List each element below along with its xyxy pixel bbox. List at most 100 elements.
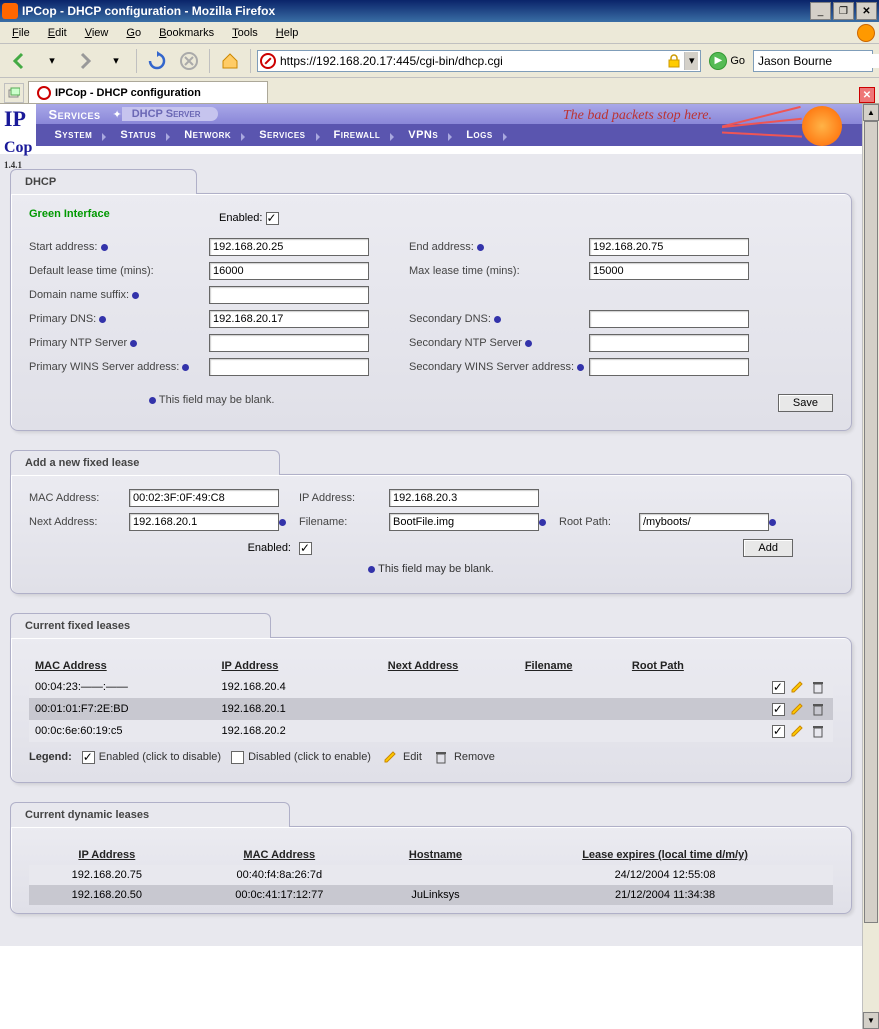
window-title: IPCop - DHCP configuration - Mozilla Fir… — [22, 4, 810, 18]
menu-edit[interactable]: Edit — [40, 25, 75, 41]
menu-tools[interactable]: Tools — [224, 25, 266, 41]
blank-indicator-icon — [477, 244, 484, 251]
save-button[interactable]: Save — [778, 394, 833, 412]
cell-mac: 00:04:23:——:—— — [29, 676, 216, 698]
subsection-label[interactable]: DHCP Server — [122, 107, 219, 121]
blank-indicator-icon — [101, 244, 108, 251]
domain-suffix-input[interactable] — [209, 286, 369, 304]
ipcop-logo: IPCop1.4.1 — [0, 104, 36, 160]
nav-firewall[interactable]: Firewall — [320, 129, 395, 141]
enabled-checkbox[interactable] — [299, 542, 312, 555]
col-ip[interactable]: IP Address — [29, 845, 185, 865]
nav-status[interactable]: Status — [106, 129, 170, 141]
menu-view[interactable]: View — [77, 25, 117, 41]
secondary-ntp-input[interactable] — [589, 334, 749, 352]
blank-indicator-icon — [182, 364, 189, 371]
secondary-wins-input[interactable] — [589, 358, 749, 376]
secondary-dns-input[interactable] — [589, 310, 749, 328]
next-address-label: Next Address: — [29, 516, 129, 528]
toggle-enabled-button[interactable] — [772, 703, 785, 716]
activity-throbber-icon — [857, 24, 875, 42]
primary-ntp-input[interactable] — [209, 334, 369, 352]
table-row: 00:04:23:——:—— 192.168.20.4 — [29, 676, 833, 698]
url-dropdown[interactable]: ▾ — [684, 52, 698, 70]
scroll-down-button[interactable]: ▼ — [863, 1012, 879, 1029]
home-button[interactable] — [216, 47, 244, 75]
legend-enabled-icon — [82, 751, 95, 764]
table-row: 192.168.20.75 00:40:f4:8a:26:7d 24/12/20… — [29, 865, 833, 885]
search-input[interactable] — [758, 54, 879, 68]
mac-input[interactable] — [129, 489, 279, 507]
forward-dropdown[interactable]: ▾ — [102, 47, 130, 75]
browser-tab[interactable]: IPCop - DHCP configuration — [28, 81, 268, 103]
menu-help[interactable]: Help — [268, 25, 307, 41]
go-button[interactable]: ▶Go — [705, 52, 749, 70]
nav-system[interactable]: System — [40, 129, 106, 141]
back-dropdown[interactable]: ▾ — [38, 47, 66, 75]
legend-disabled-icon — [231, 751, 244, 764]
primary-dns-input[interactable] — [209, 310, 369, 328]
minimize-button[interactable]: _ — [810, 2, 831, 20]
next-address-input[interactable] — [129, 513, 279, 531]
end-address-input[interactable] — [589, 238, 749, 256]
max-lease-input[interactable] — [589, 262, 749, 280]
nav-logs[interactable]: Logs — [452, 129, 507, 141]
edit-button[interactable] — [790, 724, 804, 738]
cell-ip: 192.168.20.4 — [216, 676, 351, 698]
forward-button[interactable] — [70, 47, 98, 75]
back-button[interactable] — [6, 47, 34, 75]
col-mac[interactable]: MAC Address — [185, 845, 374, 865]
root-path-input[interactable] — [639, 513, 769, 531]
restore-button[interactable]: ❐ — [833, 2, 854, 20]
url-input[interactable] — [280, 54, 664, 68]
nav-vpns[interactable]: VPNs — [394, 129, 452, 141]
ip-input[interactable] — [389, 489, 539, 507]
navigation-toolbar: ▾ ▾ ▾ ▶Go — [0, 44, 879, 78]
edit-button[interactable] — [790, 702, 804, 716]
toggle-enabled-button[interactable] — [772, 725, 785, 738]
enabled-checkbox[interactable] — [266, 212, 279, 225]
new-tab-button[interactable] — [4, 83, 24, 103]
col-mac[interactable]: MAC Address — [29, 656, 216, 676]
blank-note: This field may be blank. — [378, 563, 494, 575]
reload-button[interactable] — [143, 47, 171, 75]
search-box — [753, 50, 873, 72]
nav-services[interactable]: Services — [245, 129, 319, 141]
scroll-track[interactable] — [863, 121, 879, 1012]
close-button[interactable]: ✕ — [856, 2, 877, 20]
menu-file[interactable]: File — [4, 25, 38, 41]
filename-input[interactable] — [389, 513, 539, 531]
scroll-up-button[interactable]: ▲ — [863, 104, 879, 121]
menu-bookmarks[interactable]: Bookmarks — [151, 25, 222, 41]
end-address-label: End address: — [409, 241, 474, 253]
col-host[interactable]: Hostname — [374, 845, 497, 865]
table-row: 00:01:01:F7:2E:BD 192.168.20.1 — [29, 698, 833, 720]
filename-label: Filename: — [299, 516, 389, 528]
secondary-wins-label: Secondary WINS Server address: — [409, 361, 574, 373]
menu-go[interactable]: Go — [118, 25, 149, 41]
primary-wins-input[interactable] — [209, 358, 369, 376]
scroll-thumb[interactable] — [864, 121, 878, 923]
col-expires[interactable]: Lease expires (local time d/m/y) — [497, 845, 833, 865]
nav-network[interactable]: Network — [170, 129, 245, 141]
add-button[interactable]: Add — [743, 539, 793, 557]
cell-ip: 192.168.20.1 — [216, 698, 351, 720]
remove-button[interactable] — [811, 702, 825, 716]
default-lease-input[interactable] — [209, 262, 369, 280]
stop-button[interactable] — [175, 47, 203, 75]
start-address-input[interactable] — [209, 238, 369, 256]
vertical-scrollbar[interactable]: ▲ ▼ — [862, 104, 879, 1029]
page-content: IPCop1.4.1 Services ✦ DHCP Server System… — [0, 104, 862, 1029]
toggle-enabled-button[interactable] — [772, 681, 785, 694]
col-ip[interactable]: IP Address — [216, 656, 351, 676]
separator — [250, 49, 251, 73]
cell-host: JuLinksys — [374, 885, 497, 905]
close-tab-button[interactable]: ✕ — [859, 87, 875, 103]
edit-button[interactable] — [790, 680, 804, 694]
blank-indicator-icon — [149, 397, 156, 404]
lock-icon — [666, 54, 682, 68]
remove-button[interactable] — [811, 724, 825, 738]
blank-note: This field may be blank. — [159, 394, 275, 406]
fixed-leases-table: MAC Address IP Address Next Address File… — [29, 656, 833, 742]
remove-button[interactable] — [811, 680, 825, 694]
